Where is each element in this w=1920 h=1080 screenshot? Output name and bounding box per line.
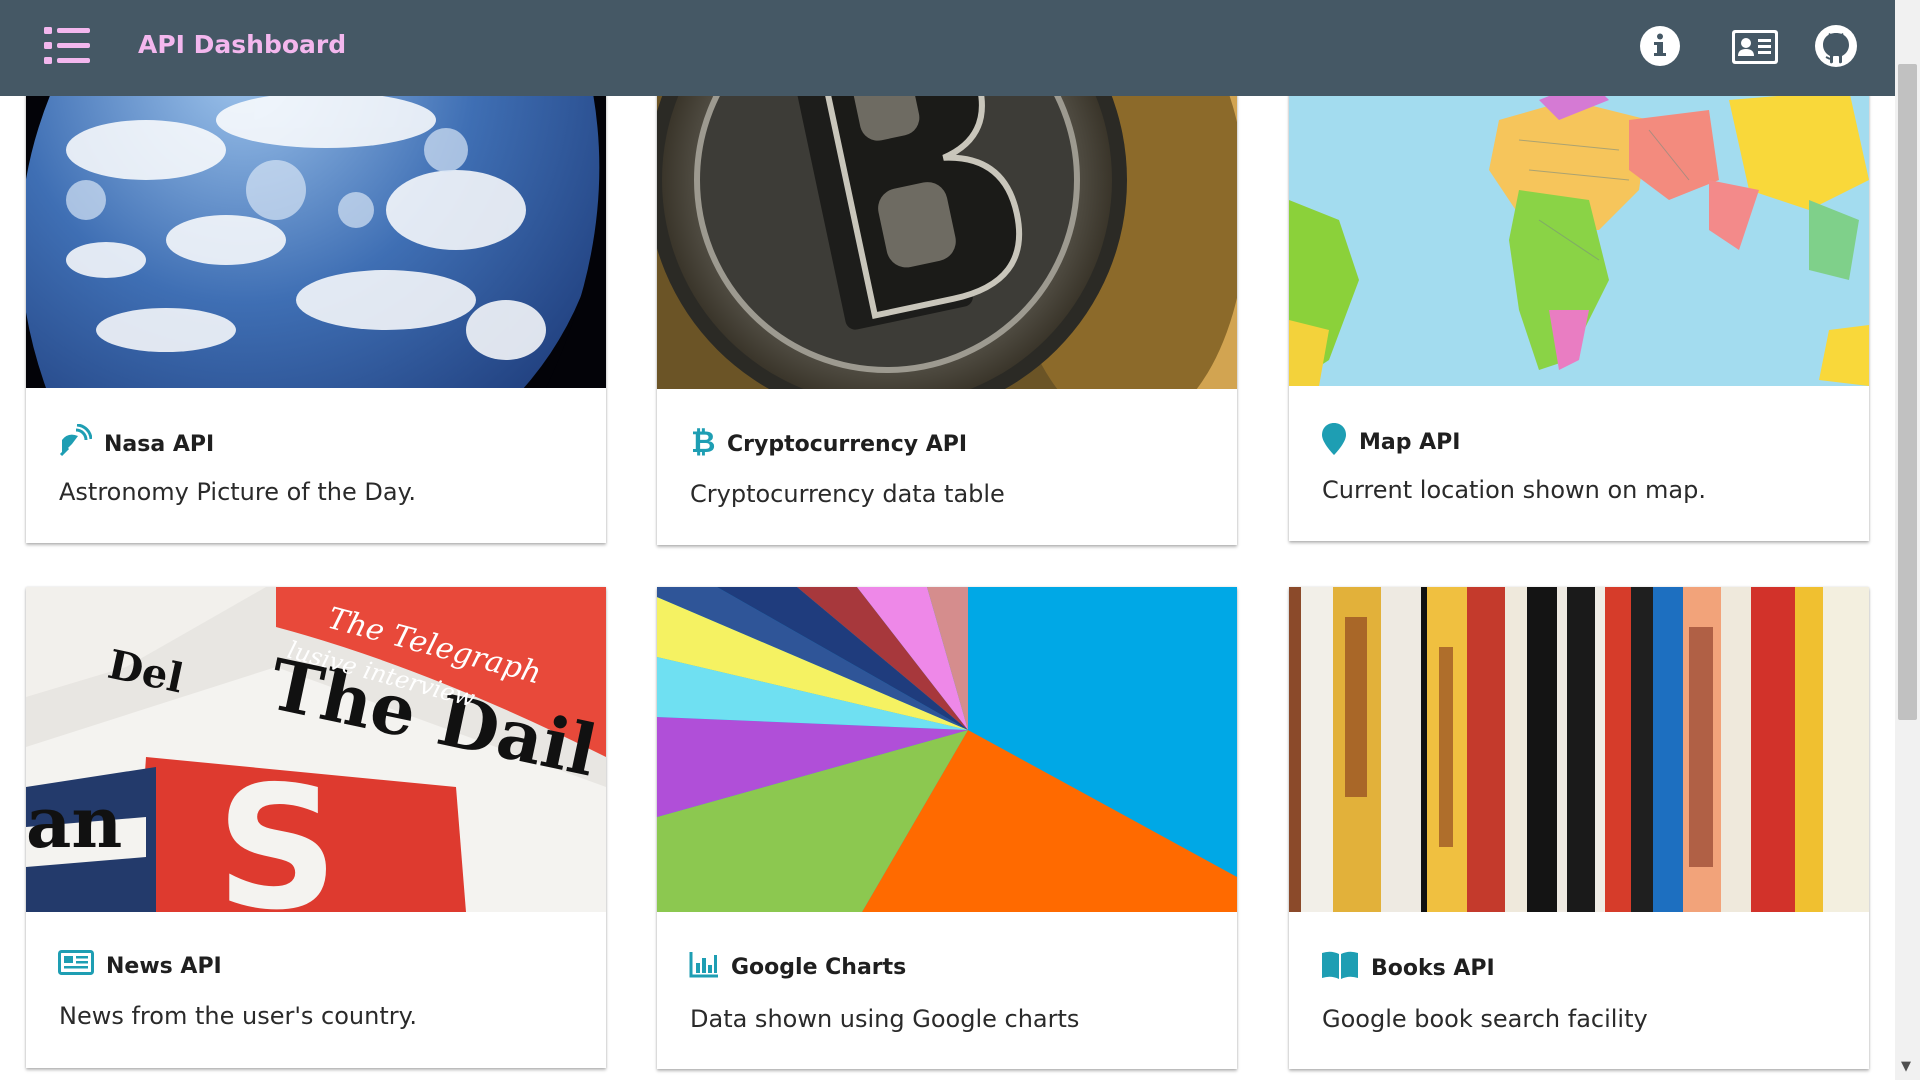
info-circle-icon[interactable]: [1636, 24, 1684, 72]
bitcoin-icon: ₿: [689, 424, 715, 464]
chart-bar-icon: [689, 950, 719, 984]
svg-text:₿: ₿: [691, 425, 715, 458]
card-title: News API: [106, 953, 222, 979]
card-description: News from the user's country.: [59, 1002, 418, 1030]
card-title: Map API: [1359, 429, 1461, 455]
card-map-api[interactable]: Map API Current location shown on map.: [1289, 60, 1869, 541]
card-title: Nasa API: [104, 431, 215, 457]
svg-text:S: S: [216, 750, 338, 912]
list-icon[interactable]: [44, 26, 90, 66]
card-description: Current location shown on map.: [1322, 476, 1706, 504]
card-cryptocurrency-api[interactable]: ₿ Cryptocurrency API Cryptocurrency data…: [657, 60, 1237, 545]
map-marker-icon: [1321, 422, 1347, 462]
card-news-api[interactable]: The Dail Del an The Telegraph lusive int…: [26, 587, 606, 1068]
newspapers-image: The Dail Del an The Telegraph lusive int…: [26, 587, 606, 912]
bookshelf-image: [1289, 587, 1869, 912]
card-books-api[interactable]: Books API Google book search facility: [1289, 587, 1869, 1069]
address-card-icon[interactable]: [1728, 24, 1784, 72]
world-map-image: [1289, 60, 1869, 386]
card-description: Google book search facility: [1322, 1005, 1648, 1033]
satellite-dish-icon: [58, 423, 93, 464]
svg-text:an: an: [26, 781, 122, 864]
scroll-down-arrow-icon[interactable]: ▼: [1901, 1060, 1911, 1074]
github-icon[interactable]: [1812, 24, 1860, 72]
card-title: Google Charts: [731, 954, 907, 980]
card-title: Books API: [1371, 955, 1495, 981]
card-description: Data shown using Google charts: [690, 1005, 1080, 1033]
newspaper-icon: [58, 950, 94, 982]
earth-image: [26, 60, 606, 388]
card-description: Astronomy Picture of the Day.: [59, 478, 416, 506]
bitcoin-coins-image: [657, 60, 1237, 389]
pie-chart-image: [657, 587, 1237, 912]
scrollbar-thumb[interactable]: [1898, 64, 1917, 720]
card-nasa-api[interactable]: Nasa API Astronomy Picture of the Day.: [26, 60, 606, 543]
top-navbar: API Dashboard: [0, 0, 1895, 96]
card-google-charts[interactable]: Google Charts Data shown using Google ch…: [657, 587, 1237, 1069]
card-title: Cryptocurrency API: [727, 431, 968, 457]
book-open-icon: [1321, 950, 1359, 986]
card-description: Cryptocurrency data table: [690, 480, 1005, 508]
app-title[interactable]: API Dashboard: [138, 30, 346, 59]
